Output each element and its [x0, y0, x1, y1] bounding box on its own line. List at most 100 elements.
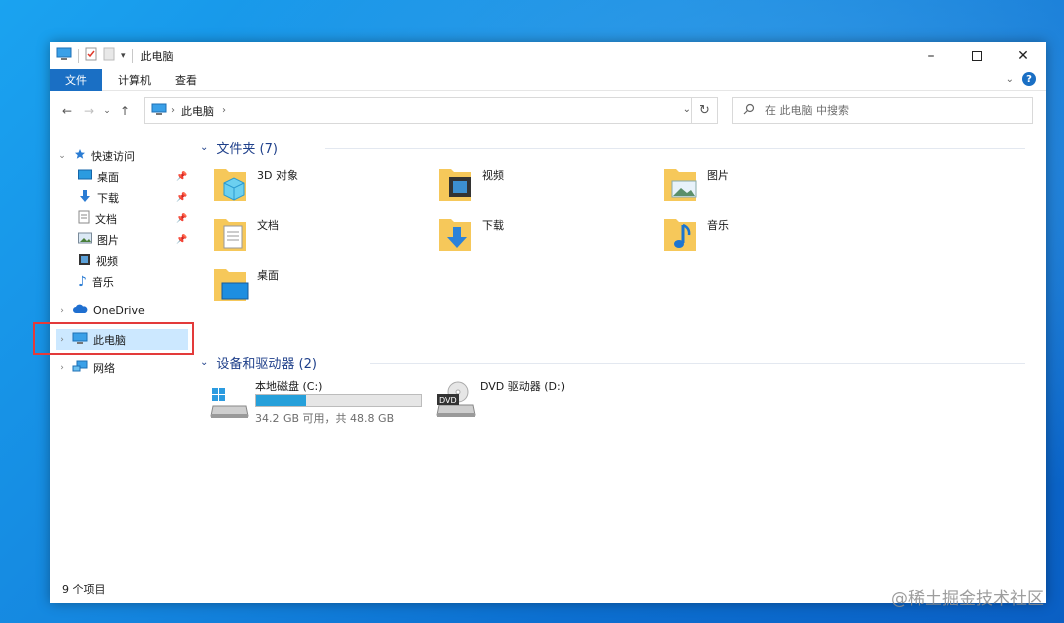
tab-computer[interactable]: 计算机	[106, 69, 163, 91]
folder-label: 文档	[257, 219, 279, 232]
collapsed-chevron-icon[interactable]: ›	[56, 306, 68, 316]
dvd-drive-icon: DVD	[435, 381, 477, 422]
sidebar-item-desktop[interactable]: 桌面 📌	[78, 166, 218, 187]
back-arrow-icon[interactable]: ←	[56, 104, 78, 118]
pin-icon[interactable]: 📌	[176, 172, 187, 182]
document-icon	[78, 210, 90, 227]
window-controls: – ✕	[908, 42, 1046, 69]
forward-arrow-icon[interactable]: →	[78, 104, 100, 118]
music-note-icon: ♪	[78, 273, 87, 290]
drive-usage-fill	[256, 395, 306, 406]
tab-file[interactable]: 文件	[50, 68, 102, 91]
drive-usage-bar	[255, 394, 422, 407]
sidebar-label: 网络	[93, 361, 115, 375]
help-icon[interactable]: ?	[1022, 72, 1036, 86]
divider	[370, 363, 1025, 364]
sidebar-label: 下载	[97, 191, 119, 205]
cloud-icon	[72, 304, 88, 317]
properties-icon[interactable]	[85, 47, 97, 64]
close-button[interactable]: ✕	[1000, 42, 1046, 69]
expanded-chevron-icon[interactable]: ⌄	[56, 151, 68, 161]
network-icon	[72, 360, 88, 376]
folder-pictures[interactable]: 图片	[662, 163, 862, 209]
drive-d[interactable]: DVD DVD 驱动器 (D:)	[435, 378, 665, 424]
refresh-icon[interactable]: ↻	[691, 98, 717, 123]
maximize-button[interactable]	[954, 42, 1000, 69]
sidebar-label: OneDrive	[93, 304, 145, 317]
sidebar-label: 桌面	[97, 170, 119, 184]
folder-music[interactable]: 音乐	[662, 213, 862, 259]
divider	[325, 148, 1025, 149]
folder-3d-objects[interactable]: 3D 对象	[212, 163, 412, 209]
folder-label: 音乐	[707, 219, 729, 232]
sidebar-label: 视频	[96, 254, 118, 268]
picture-icon	[78, 232, 92, 247]
sidebar-item-pictures[interactable]: 图片 📌	[78, 229, 218, 250]
sidebar-label: 图片	[97, 233, 119, 247]
group-title: 设备和驱动器 (2)	[216, 356, 317, 372]
expanded-chevron-icon[interactable]: ⌄	[200, 142, 208, 153]
pin-icon[interactable]: 📌	[176, 235, 187, 245]
collapsed-chevron-icon[interactable]: ›	[56, 363, 68, 373]
3d-objects-folder-icon	[212, 163, 252, 205]
breadcrumb-chevron-icon[interactable]: ›	[222, 105, 226, 116]
folder-videos[interactable]: 视频	[437, 163, 637, 209]
music-folder-icon	[662, 213, 702, 255]
download-arrow-icon	[78, 189, 92, 206]
tab-view[interactable]: 查看	[163, 69, 209, 91]
address-bar[interactable]: › 此电脑 › ⌄ ↻	[144, 97, 718, 124]
sidebar-item-documents[interactable]: 文档 📌	[78, 208, 218, 229]
folder-desktop[interactable]: 桌面	[212, 263, 412, 309]
star-icon	[74, 148, 86, 163]
folder-downloads[interactable]: 下载	[437, 213, 637, 259]
pin-icon[interactable]: 📌	[176, 214, 187, 224]
quick-access-toolbar: ▾	[56, 47, 133, 64]
sidebar-item-onedrive[interactable]: › OneDrive	[56, 300, 145, 321]
folder-label: 下载	[482, 219, 504, 232]
group-title: 文件夹 (7)	[216, 141, 278, 157]
breadcrumb-chevron-icon[interactable]: ›	[171, 105, 175, 116]
sidebar-label: 快速访问	[91, 149, 135, 163]
navigation-bar: ← → ⌄ ↑ › 此电脑 › ⌄ ↻	[50, 97, 1046, 125]
sidebar-item-music[interactable]: ♪ 音乐	[78, 271, 114, 292]
videos-folder-icon	[437, 163, 477, 205]
search-icon	[743, 103, 755, 118]
address-dropdown-icon[interactable]: ⌄	[683, 104, 691, 115]
computer-icon	[151, 103, 167, 119]
window-title: 此电脑	[140, 49, 174, 63]
recent-locations-chevron-icon[interactable]: ⌄	[100, 106, 114, 116]
group-header-devices[interactable]: ⌄ 设备和驱动器 (2)	[200, 352, 317, 372]
downloads-folder-icon	[437, 213, 477, 255]
sidebar-item-quick-access[interactable]: ⌄ 快速访问	[56, 145, 135, 166]
status-bar-item-count: 9 个项目	[62, 583, 106, 596]
pictures-folder-icon	[662, 163, 702, 205]
expanded-chevron-icon[interactable]: ⌄	[200, 357, 208, 368]
expand-ribbon-icon[interactable]: ⌄	[1006, 74, 1014, 85]
sidebar-item-network[interactable]: › 网络	[56, 357, 115, 378]
sidebar-item-downloads[interactable]: 下载 📌	[78, 187, 218, 208]
minimize-button[interactable]: –	[908, 42, 954, 69]
desktop-icon	[78, 169, 92, 184]
windows-drive-icon	[210, 386, 250, 423]
documents-folder-icon	[212, 213, 252, 255]
group-header-folders[interactable]: ⌄ 文件夹 (7)	[200, 137, 278, 157]
drive-label: 本地磁盘 (C:)	[255, 380, 323, 393]
up-arrow-icon[interactable]: ↑	[114, 104, 136, 118]
breadcrumb-this-pc[interactable]: 此电脑	[181, 103, 214, 119]
divider	[131, 48, 133, 63]
folder-documents[interactable]: 文档	[212, 213, 412, 259]
ribbon-tabs: 文件 计算机 查看 ⌄ ?	[50, 68, 1046, 91]
search-input[interactable]	[765, 104, 1005, 117]
dvd-badge: DVD	[439, 396, 457, 405]
customize-toolbar-icon[interactable]: ▾	[121, 51, 126, 61]
pin-icon[interactable]: 📌	[176, 193, 187, 203]
watermark-text: @稀土掘金技术社区	[891, 589, 1044, 609]
drive-label: DVD 驱动器 (D:)	[480, 380, 566, 393]
sidebar-item-videos[interactable]: 视频	[78, 250, 118, 271]
drive-c[interactable]: 本地磁盘 (C:) 34.2 GB 可用，共 48.8 GB	[210, 378, 440, 425]
new-folder-icon[interactable]	[103, 47, 115, 64]
folder-label: 图片	[707, 169, 729, 182]
folder-label: 桌面	[257, 269, 279, 282]
search-box[interactable]	[732, 97, 1033, 124]
ribbon-right-controls: ⌄ ?	[1006, 72, 1036, 86]
